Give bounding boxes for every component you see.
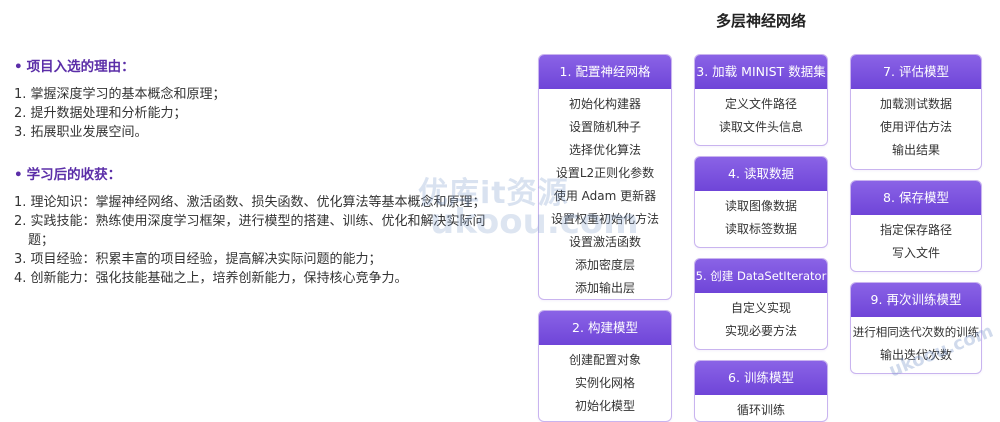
card-item: 指定保存路径 <box>879 223 952 237</box>
list-item: 1. 掌握深度学习的基本概念和原理； <box>14 87 226 102</box>
card-item: 自定义实现 <box>730 301 791 315</box>
card-item: 初始化模型 <box>574 399 635 413</box>
card-item: 初始化构建器 <box>568 97 641 111</box>
card-item: 读取文件头信息 <box>718 120 803 134</box>
bullet-dot: • <box>14 167 23 183</box>
card-header: 8. 保存模型 <box>851 181 981 215</box>
bullet-dot: • <box>14 59 23 75</box>
step-card-2: 2. 构建模型 创建配置对象 实例化网格 初始化模型 <box>538 310 672 422</box>
card-item: 循环训练 <box>736 403 785 417</box>
card-item: 读取图像数据 <box>724 199 797 213</box>
card-item: 添加密度层 <box>574 258 635 272</box>
step-card-7: 7. 评估模型 加载测试数据 使用评估方法 输出结果 <box>850 54 982 170</box>
section-heading-reasons: • 项目入选的理由： <box>14 58 514 77</box>
list-item: 3. 项目经验：积累丰富的项目经验，提高解决实际问题的能力； <box>14 252 382 267</box>
list-item: 2. 实践技能：熟练使用深度学习框架，进行模型的搭建、训练、优化和解决实际问 <box>14 214 486 229</box>
card-item: 写入文件 <box>891 246 940 260</box>
card-item: 创建配置对象 <box>568 353 641 367</box>
card-header: 7. 评估模型 <box>851 55 981 89</box>
card-item: 定义文件路径 <box>724 97 797 111</box>
list-item: 题； <box>28 233 55 248</box>
card-item: 读取标签数据 <box>724 222 797 236</box>
card-item: 输出结果 <box>891 143 940 157</box>
reasons-list: 1. 掌握深度学习的基本概念和原理； 2. 提升数据处理和分析能力； 3. 拓展… <box>14 85 514 142</box>
step-card-1: 1. 配置神经网格 初始化构建器 设置随机种子 选择优化算法 设置L2正则化参数… <box>538 54 672 300</box>
card-header: 2. 构建模型 <box>539 311 671 345</box>
list-item: 3. 拓展职业发展空间。 <box>14 125 148 140</box>
section-title: 项目入选的理由： <box>26 59 135 75</box>
card-item: 设置激活函数 <box>568 235 641 249</box>
card-header: 1. 配置神经网格 <box>539 55 671 89</box>
list-item: 1. 理论知识：掌握神经网络、激活函数、损失函数、优化算法等基本概念和原理； <box>14 195 486 210</box>
card-item: 设置权重初始化方法 <box>550 212 659 226</box>
diagram-title: 多层神经网络 <box>716 12 807 30</box>
card-header: 3. 加载 MINIST 数据集 <box>695 55 827 89</box>
list-item: 4. 创新能力：强化技能基础之上，培养创新能力，保持核心竞争力。 <box>14 271 408 286</box>
card-item: 实例化网格 <box>574 376 635 390</box>
step-card-9: 9. 再次训练模型 进行相同迭代次数的训练 输出迭代次数 <box>850 282 982 374</box>
card-item: 输出迭代次数 <box>879 348 952 362</box>
card-item: 加载测试数据 <box>879 97 952 111</box>
card-header: 9. 再次训练模型 <box>851 283 981 317</box>
gains-list: 1. 理论知识：掌握神经网络、激活函数、损失函数、优化算法等基本概念和原理； 2… <box>14 193 514 288</box>
left-text-panel: • 项目入选的理由： 1. 掌握深度学习的基本概念和原理； 2. 提升数据处理和分… <box>14 58 514 312</box>
card-item: 进行相同迭代次数的训练 <box>852 325 980 339</box>
section-title: 学习后的收获： <box>26 167 122 183</box>
card-item: 选择优化算法 <box>568 143 641 157</box>
card-header: 5. 创建 DataSetIterator <box>695 259 827 293</box>
step-card-3: 3. 加载 MINIST 数据集 定义文件路径 读取文件头信息 <box>694 54 828 146</box>
card-item: 设置L2正则化参数 <box>555 166 655 180</box>
step-card-8: 8. 保存模型 指定保存路径 写入文件 <box>850 180 982 272</box>
card-item: 使用 Adam 更新器 <box>553 189 657 203</box>
card-item: 设置随机种子 <box>568 120 641 134</box>
card-item: 使用评估方法 <box>879 120 952 134</box>
step-card-4: 4. 读取数据 读取图像数据 读取标签数据 <box>694 156 828 248</box>
step-card-5: 5. 创建 DataSetIterator 自定义实现 实现必要方法 <box>694 258 828 350</box>
section-heading-gains: • 学习后的收获： <box>14 166 514 185</box>
step-card-6: 6. 训练模型 循环训练 <box>694 360 828 422</box>
card-header: 4. 读取数据 <box>695 157 827 191</box>
card-item: 添加输出层 <box>574 281 635 295</box>
list-item: 2. 提升数据处理和分析能力； <box>14 106 187 121</box>
card-item: 实现必要方法 <box>724 324 797 338</box>
card-header: 6. 训练模型 <box>695 361 827 395</box>
